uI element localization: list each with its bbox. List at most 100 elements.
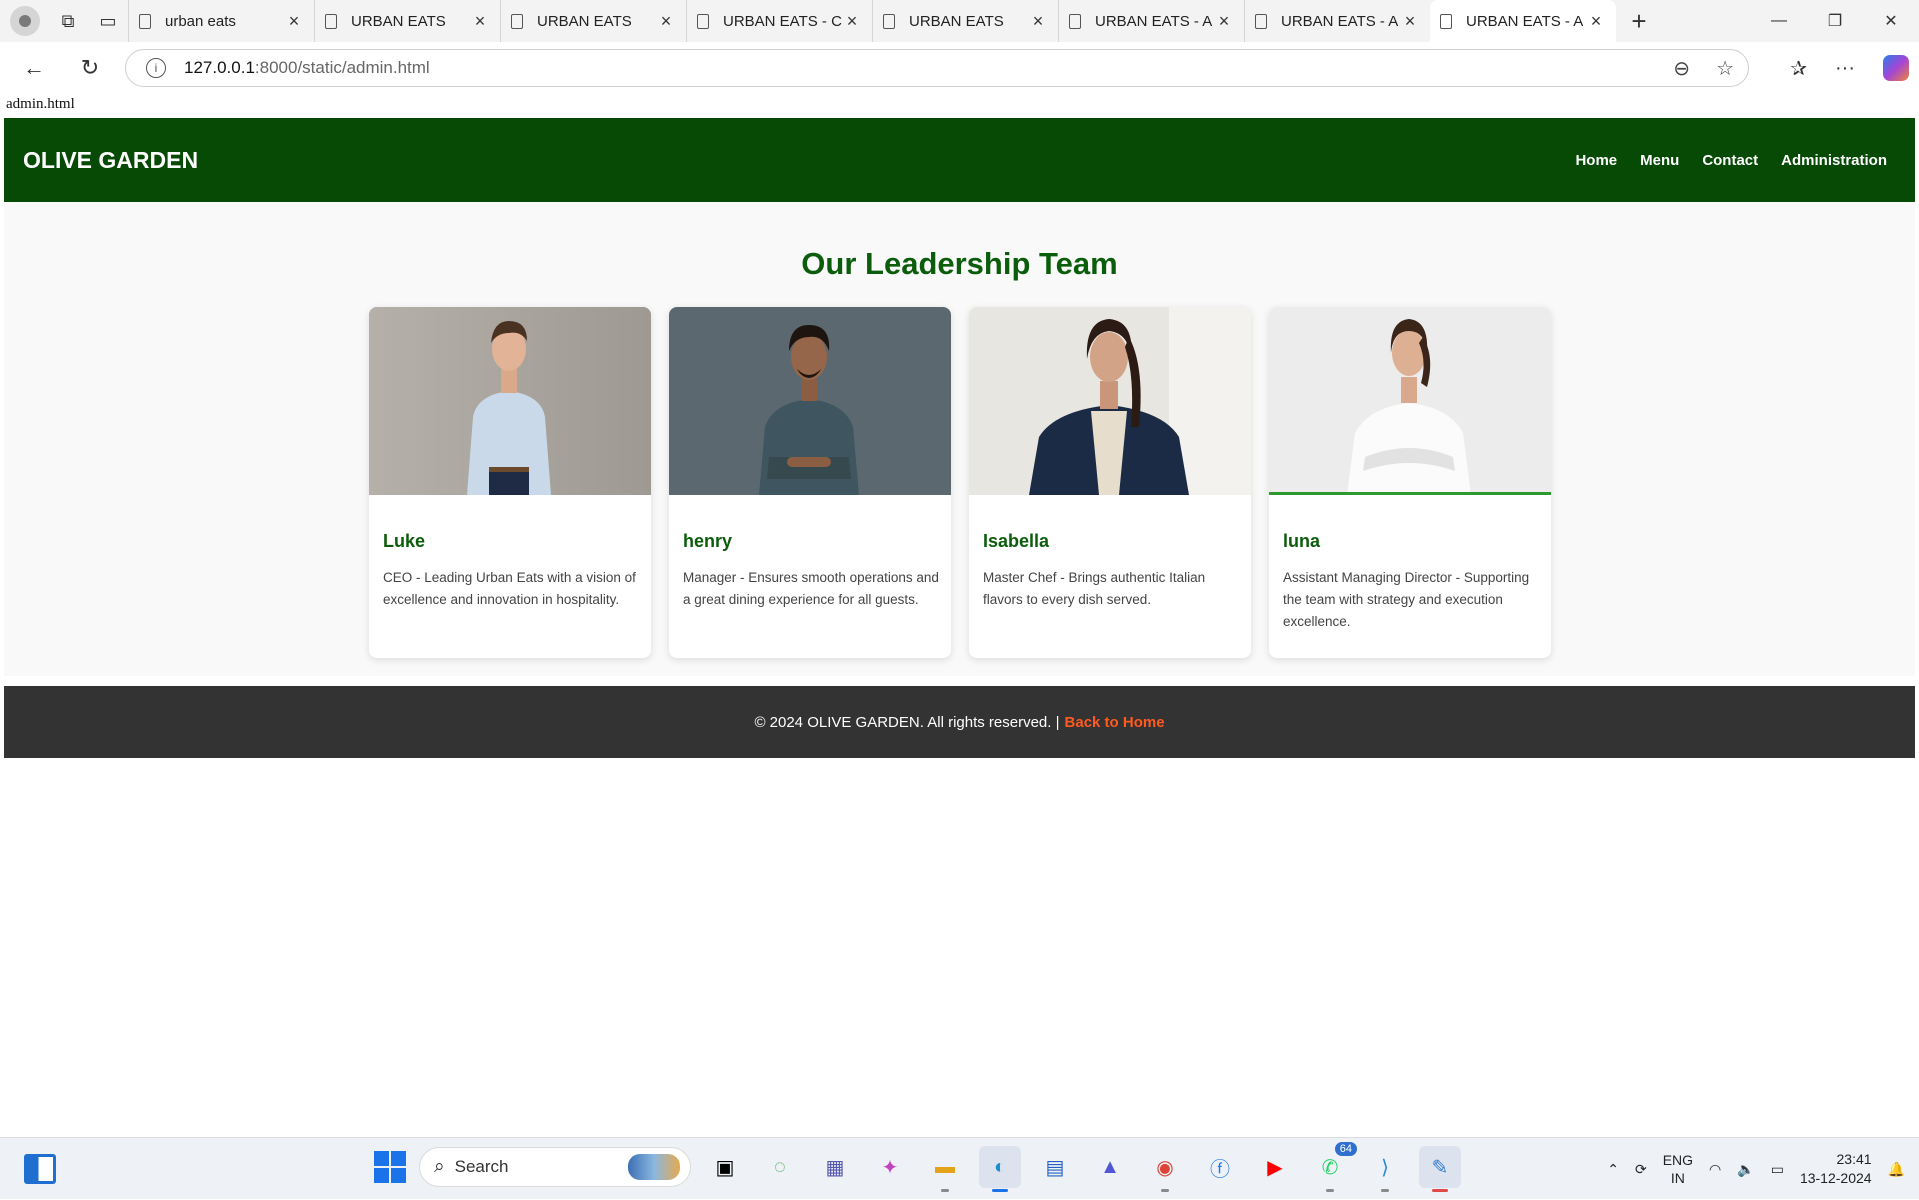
copilot-icon[interactable] bbox=[1883, 55, 1909, 81]
close-icon[interactable]: × bbox=[284, 11, 304, 32]
brand-logo[interactable]: OLIVE GARDEN bbox=[23, 147, 198, 174]
back-icon[interactable]: ← bbox=[6, 55, 62, 81]
battery-icon[interactable]: ▭ bbox=[1771, 1161, 1784, 1178]
team-member-name: Luke bbox=[383, 531, 426, 551]
url-host: 127.0.0.1 bbox=[184, 58, 255, 77]
system-tray: ⌃ ⟳ ENG IN ◠ 🔈 ▭ 23:41 13-12-2024 🔔 bbox=[1607, 1138, 1905, 1200]
browser-tab[interactable]: URBAN EATS - A × bbox=[1244, 0, 1430, 42]
team-member-photo bbox=[669, 307, 951, 495]
favorites-icon[interactable]: ✰ bbox=[1790, 56, 1807, 81]
restore-icon[interactable]: ❐ bbox=[1807, 0, 1863, 42]
minimize-icon[interactable]: — bbox=[1751, 0, 1807, 42]
volume-icon[interactable]: 🔈 bbox=[1737, 1161, 1754, 1178]
whatsapp-icon[interactable]: ✆ 64 bbox=[1309, 1142, 1357, 1192]
leadership-section: Our Leadership Team Luke CEO - Leading U… bbox=[4, 202, 1915, 676]
search-icon: ⌕ bbox=[434, 1156, 445, 1177]
wifi-icon[interactable]: ◠ bbox=[1709, 1161, 1721, 1178]
taskbar: ⌕ Search ▣ ◌ ▦ ✦ ▬ ◐ ▤ ▲ ◉ ⓕ ▶ ✆ 64 ⟩ ✎ ⌃… bbox=[0, 1137, 1919, 1199]
browser-tab-active[interactable]: URBAN EATS - A × bbox=[1430, 0, 1616, 42]
address-toolbar: ← ↻ i 127.0.0.1:8000/static/admin.html ⊖… bbox=[0, 42, 1919, 94]
store-icon[interactable]: ▤ bbox=[1034, 1146, 1076, 1188]
tab-actions-icon[interactable]: ▭ bbox=[88, 0, 128, 42]
file-explorer-icon[interactable]: ▬ bbox=[924, 1146, 966, 1192]
close-icon[interactable]: × bbox=[1400, 11, 1420, 32]
zoom-out-icon[interactable]: ⊖ bbox=[1673, 56, 1690, 81]
browser-tab[interactable]: URBAN EATS × bbox=[872, 0, 1058, 42]
team-card: henry Manager - Ensures smooth operation… bbox=[669, 307, 951, 658]
clock-date: 13-12-2024 bbox=[1799, 1170, 1872, 1186]
new-tab-button[interactable]: + bbox=[1616, 6, 1662, 37]
team-cards: Luke CEO - Leading Urban Eats with a vis… bbox=[369, 307, 1551, 658]
refresh-icon[interactable]: ↻ bbox=[62, 55, 118, 81]
team-member-name: Isabella bbox=[983, 531, 1050, 551]
search-highlight-art bbox=[628, 1154, 680, 1180]
browser-tab[interactable]: urban eats × bbox=[128, 0, 314, 42]
team-member-description: Master Chef - Brings authentic Italian f… bbox=[983, 570, 1206, 607]
page-icon bbox=[1069, 13, 1081, 29]
close-icon[interactable]: × bbox=[470, 11, 490, 32]
nav-home[interactable]: Home bbox=[1575, 152, 1617, 169]
nav-menu[interactable]: Menu bbox=[1640, 152, 1679, 169]
site-info-icon[interactable]: i bbox=[146, 58, 166, 78]
edge-icon[interactable]: ◐ bbox=[979, 1146, 1021, 1192]
chevron-up-icon[interactable]: ⌃ bbox=[1607, 1161, 1619, 1178]
url-path: :8000/static/admin.html bbox=[254, 58, 430, 77]
team-member-photo bbox=[1269, 307, 1551, 495]
team-member-photo bbox=[969, 307, 1251, 495]
close-icon[interactable]: × bbox=[842, 11, 862, 32]
page-icon bbox=[325, 13, 337, 29]
language-region: IN bbox=[1670, 1170, 1685, 1186]
notification-bell-icon[interactable]: 🔔 bbox=[1888, 1161, 1905, 1178]
close-icon[interactable]: × bbox=[1214, 11, 1234, 32]
clock[interactable]: 23:41 13-12-2024 bbox=[1800, 1150, 1872, 1188]
refresh-app-icon[interactable]: ◌ bbox=[759, 1146, 801, 1188]
sync-icon[interactable]: ⟳ bbox=[1635, 1161, 1647, 1178]
file-label: admin.html bbox=[6, 96, 75, 112]
browser-tab[interactable]: URBAN EATS - C × bbox=[686, 0, 872, 42]
nav-administration[interactable]: Administration bbox=[1781, 152, 1887, 169]
back-to-home-link[interactable]: Back to Home bbox=[1065, 714, 1165, 731]
team-card: Luke CEO - Leading Urban Eats with a vis… bbox=[369, 307, 651, 658]
nav-contact[interactable]: Contact bbox=[1702, 152, 1758, 169]
vscode-icon[interactable]: ⟩ bbox=[1364, 1146, 1406, 1192]
copilot-app-icon[interactable]: ✦ bbox=[869, 1146, 911, 1188]
page-icon bbox=[697, 13, 709, 29]
paint-icon[interactable]: ✎ bbox=[1419, 1146, 1461, 1192]
language-indicator[interactable]: ENG IN bbox=[1663, 1151, 1693, 1187]
profile-icon[interactable] bbox=[10, 6, 40, 36]
task-view-icon[interactable]: ▣ bbox=[704, 1146, 746, 1188]
page-viewport: admin.html OLIVE GARDEN Home Menu Contac… bbox=[4, 94, 1915, 1137]
page-icon bbox=[511, 13, 523, 29]
team-member-description: CEO - Leading Urban Eats with a vision o… bbox=[383, 570, 636, 607]
address-bar[interactable]: i 127.0.0.1:8000/static/admin.html ⊖ ☆ bbox=[125, 49, 1749, 87]
close-icon[interactable]: × bbox=[656, 11, 676, 32]
team-card: Isabella Master Chef - Brings authentic … bbox=[969, 307, 1251, 658]
facebook-icon[interactable]: ⓕ bbox=[1199, 1146, 1241, 1188]
close-icon[interactable]: × bbox=[1028, 11, 1048, 32]
browser-tab[interactable]: URBAN EATS × bbox=[314, 0, 500, 42]
youtube-icon[interactable]: ▶ bbox=[1254, 1146, 1296, 1188]
page-icon bbox=[139, 13, 151, 29]
app-icon[interactable]: ▲ bbox=[1089, 1146, 1131, 1188]
team-member-description: Manager - Ensures smooth operations and … bbox=[683, 570, 939, 607]
page-icon bbox=[883, 13, 895, 29]
close-window-icon[interactable]: ✕ bbox=[1863, 0, 1919, 42]
teams-icon[interactable]: ▦ bbox=[814, 1146, 856, 1188]
close-icon[interactable]: × bbox=[1586, 11, 1606, 32]
team-member-photo bbox=[369, 307, 651, 495]
site-header: OLIVE GARDEN Home Menu Contact Administr… bbox=[4, 118, 1915, 202]
team-member-name: henry bbox=[683, 531, 733, 551]
favorite-star-icon[interactable]: ☆ bbox=[1716, 56, 1734, 81]
chrome-icon[interactable]: ◉ bbox=[1144, 1146, 1186, 1192]
browser-tab[interactable]: URBAN EATS × bbox=[500, 0, 686, 42]
taskbar-search[interactable]: ⌕ Search bbox=[419, 1147, 691, 1187]
workspaces-icon[interactable]: ⧉ bbox=[48, 0, 88, 42]
more-options-icon[interactable]: ··· bbox=[1835, 57, 1855, 80]
main-nav: Home Menu Contact Administration bbox=[1575, 152, 1887, 169]
widgets-icon[interactable] bbox=[24, 1154, 56, 1184]
browser-tab-bar: ⧉ ▭ urban eats × URBAN EATS × URBAN EATS × … bbox=[0, 0, 1919, 42]
page-icon bbox=[1440, 13, 1452, 29]
browser-tab[interactable]: URBAN EATS - A × bbox=[1058, 0, 1244, 42]
language-code: ENG bbox=[1662, 1152, 1694, 1168]
start-icon[interactable] bbox=[374, 1151, 406, 1183]
